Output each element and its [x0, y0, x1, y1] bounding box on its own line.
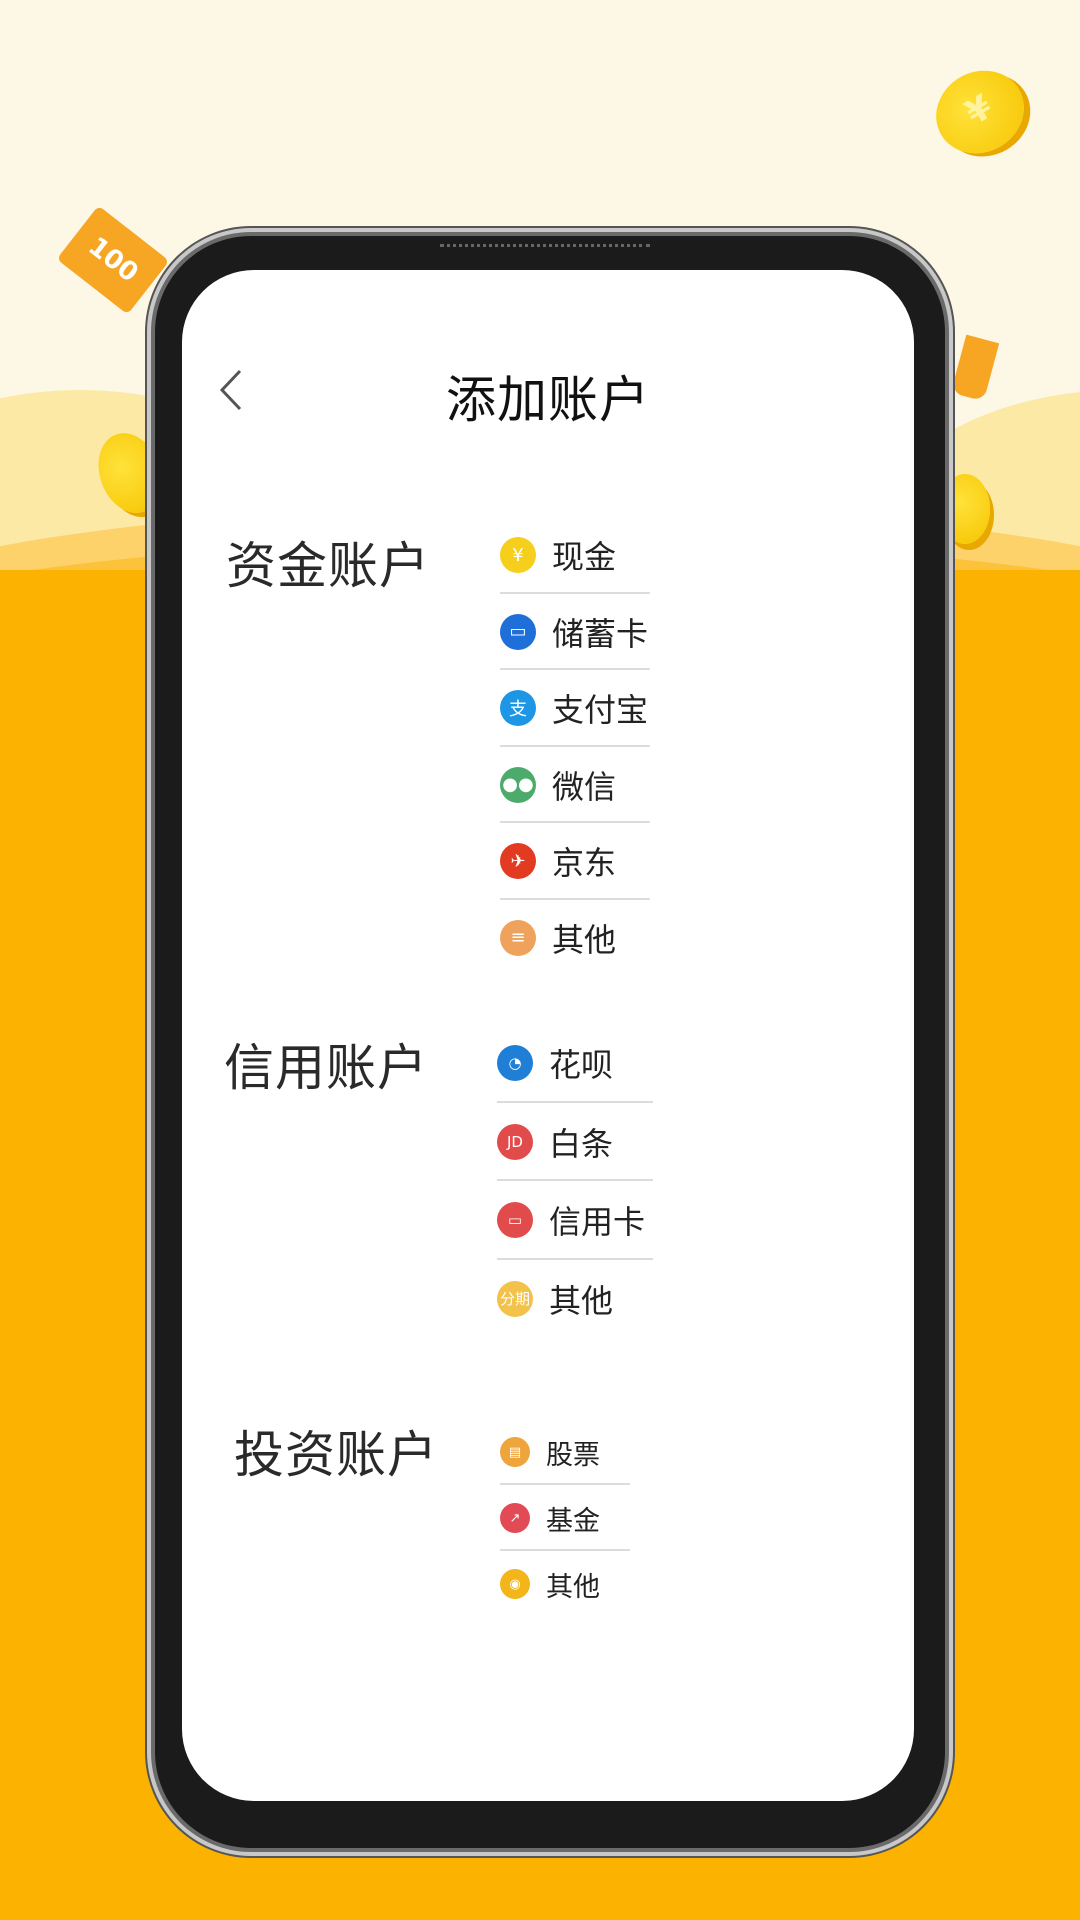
account-type-label: 支付宝 — [552, 691, 649, 730]
account-type-label: 其他 — [552, 920, 617, 959]
credit-card-icon: ▭ — [497, 1202, 533, 1239]
account-type-item[interactable]: ●● 微信 — [500, 747, 651, 824]
account-type-item[interactable]: ▭ 储蓄卡 — [500, 594, 651, 671]
account-type-label: 微信 — [552, 767, 617, 806]
stock-icon: ▤ — [500, 1437, 530, 1467]
account-type-item[interactable]: ✈ 京东 — [500, 823, 651, 900]
account-type-label: 花呗 — [549, 1046, 614, 1085]
section-title-funds: 资金账户 — [226, 537, 430, 595]
page-title: 添加账户 — [446, 371, 650, 429]
alipay-icon: 支 — [500, 690, 536, 727]
account-type-item[interactable]: 分期 其他 — [497, 1260, 645, 1339]
huabei-icon: ◔ — [497, 1045, 533, 1082]
phone-frame: 添加账户 资金账户 ¥ 现金 ▭ 储蓄卡支支付宝 ●● 微信 ✈ 京东 ≡ 其他 信用账户 ◔ 花呗… — [155, 236, 945, 1848]
account-type-item[interactable]: JD 白条 — [497, 1103, 654, 1182]
phone-speaker — [440, 244, 650, 252]
section-title-credit: 信用账户 — [224, 1039, 428, 1097]
account-type-label: 基金 — [546, 1505, 600, 1537]
banknote-label: 100 — [82, 231, 144, 289]
jd-icon: ✈ — [500, 843, 536, 880]
id-card-icon: ≡ — [500, 919, 536, 956]
baitiao-icon: JD — [497, 1123, 533, 1160]
funds-account-list: ¥ 现金 ▭ 储蓄卡支支付宝 ●● 微信 ✈ 京东 ≡ 其他 — [500, 517, 651, 977]
section-title-investment: 投资账户 — [234, 1426, 438, 1484]
account-type-label: 信用卡 — [549, 1203, 646, 1242]
installment-icon: 分期 — [497, 1280, 533, 1317]
account-type-item[interactable]: ≡ 其他 — [500, 900, 648, 977]
wechat-icon: ●● — [500, 766, 536, 803]
account-type-item[interactable]: ¥ 现金 — [500, 517, 651, 594]
coin-decoration — [940, 474, 990, 544]
credit-account-list: ◔ 花呗 JD 白条 ▭ 信用卡分期 其他 — [497, 1024, 654, 1339]
account-type-label: 白条 — [549, 1124, 614, 1163]
account-type-item[interactable]: ◉ 其他 — [500, 1551, 600, 1617]
money-bag-icon: ¥ — [500, 537, 536, 574]
fund-chart-icon: ↗ — [500, 1503, 530, 1533]
account-type-item[interactable]: ▤ 股票 — [500, 1419, 630, 1485]
account-type-label: 储蓄卡 — [552, 614, 649, 653]
account-type-label: 京东 — [552, 844, 617, 883]
account-type-item[interactable]: ◔ 花呗 — [497, 1024, 654, 1103]
account-type-item[interactable]: ▭ 信用卡 — [497, 1181, 654, 1260]
account-type-label: 其他 — [549, 1281, 614, 1320]
account-type-item[interactable]: ↗ 基金 — [500, 1485, 630, 1551]
account-type-label: 现金 — [552, 538, 617, 577]
account-type-label: 股票 — [546, 1439, 600, 1471]
app-screen: 添加账户 资金账户 ¥ 现金 ▭ 储蓄卡支支付宝 ●● 微信 ✈ 京东 ≡ 其他 信用账户 ◔ 花呗… — [182, 270, 914, 1801]
debit-card-icon: ▭ — [500, 613, 536, 650]
account-type-label: 其他 — [546, 1571, 600, 1603]
coin-icon: ◉ — [500, 1569, 530, 1599]
investment-account-list: ▤ 股票 ↗ 基金 ◉ 其他 — [500, 1419, 630, 1617]
account-type-item[interactable]: 支支付宝 — [500, 670, 651, 747]
